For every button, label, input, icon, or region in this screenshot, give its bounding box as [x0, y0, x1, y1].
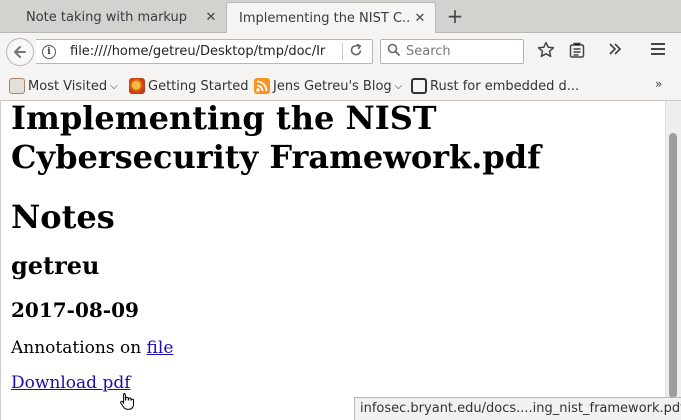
- page-content: Implementing the NIST Cybersecurity Fram…: [0, 101, 681, 420]
- tab-title: Implementing the NIST C...: [239, 10, 411, 26]
- search-placeholder: Search: [406, 44, 451, 59]
- tab-note-taking[interactable]: Note taking with markup ✕: [14, 2, 226, 32]
- document-body: Implementing the NIST Cybersecurity Fram…: [11, 101, 661, 393]
- bookmark-getting-started[interactable]: Getting Started: [129, 77, 249, 95]
- bookmark-rust-embedded[interactable]: Rust for embedded d...: [411, 77, 579, 95]
- date-heading: 2017-08-09: [11, 298, 139, 322]
- scrollbar-thumb[interactable]: [669, 133, 677, 398]
- bookmark-jens-blog[interactable]: Jens Getreu's Blog ⌵: [254, 77, 402, 95]
- close-tab-icon[interactable]: ✕: [411, 11, 429, 26]
- document-title: Implementing the NIST Cybersecurity Fram…: [11, 101, 541, 176]
- notes-heading: Notes: [11, 198, 115, 236]
- back-button[interactable]: [6, 38, 34, 66]
- annotations-line: Annotations on file: [11, 338, 661, 358]
- reader-view-icon[interactable]: [566, 41, 588, 64]
- bookmark-label: Most Visited: [28, 78, 108, 94]
- author-heading: getreu: [11, 251, 100, 280]
- bookmark-label: Jens Getreu's Blog: [273, 78, 392, 94]
- bookmark-label: Rust for embedded d...: [430, 78, 580, 94]
- download-pdf-link[interactable]: Download pdf: [11, 373, 131, 393]
- annotations-file-link[interactable]: file: [147, 338, 174, 358]
- hamburger-menu-icon[interactable]: [647, 41, 669, 61]
- tab-nist-framework[interactable]: Implementing the NIST C... ✕: [226, 2, 436, 33]
- bookmark-most-visited[interactable]: Most Visited ⌵: [9, 77, 118, 95]
- overflow-chevron-icon[interactable]: [604, 41, 626, 61]
- download-line: Download pdf: [11, 373, 661, 393]
- bookmarks-overflow-button[interactable]: »: [655, 77, 662, 91]
- url-divider: [342, 43, 343, 60]
- reload-icon[interactable]: [349, 42, 363, 62]
- rss-icon: [254, 78, 270, 94]
- annotations-prefix: Annotations on: [11, 338, 147, 358]
- search-icon: [387, 43, 401, 61]
- url-input[interactable]: file:////home/getreu/Desktop/tmp/doc/Ir: [70, 44, 345, 59]
- new-tab-button[interactable]: +: [444, 4, 466, 28]
- url-bar[interactable]: i file:////home/getreu/Desktop/tmp/doc/I…: [36, 39, 373, 64]
- most-visited-icon: [9, 78, 25, 94]
- info-icon[interactable]: i: [42, 45, 56, 59]
- close-tab-icon[interactable]: ✕: [202, 10, 220, 25]
- chevron-down-icon: ⌵: [110, 80, 118, 92]
- bookmark-star-icon[interactable]: [535, 41, 557, 64]
- link-status-overlay: infosec.bryant.edu/docs....ing_nist_fram…: [354, 397, 681, 420]
- chevron-down-icon: ⌵: [394, 80, 403, 92]
- search-input[interactable]: Search: [380, 39, 524, 64]
- rust-icon: [411, 78, 427, 94]
- back-arrow-icon: [14, 46, 26, 58]
- navigation-bar: i file:////home/getreu/Desktop/tmp/doc/I…: [0, 33, 681, 70]
- bookmark-label: Getting Started: [148, 78, 249, 94]
- bookmarks-toolbar: Most Visited ⌵ Getting Started Jens Getr…: [0, 70, 681, 101]
- tab-strip: Note taking with markup ✕ Implementing t…: [0, 0, 681, 33]
- tab-title: Note taking with markup: [26, 9, 188, 25]
- firefox-icon: [129, 78, 145, 94]
